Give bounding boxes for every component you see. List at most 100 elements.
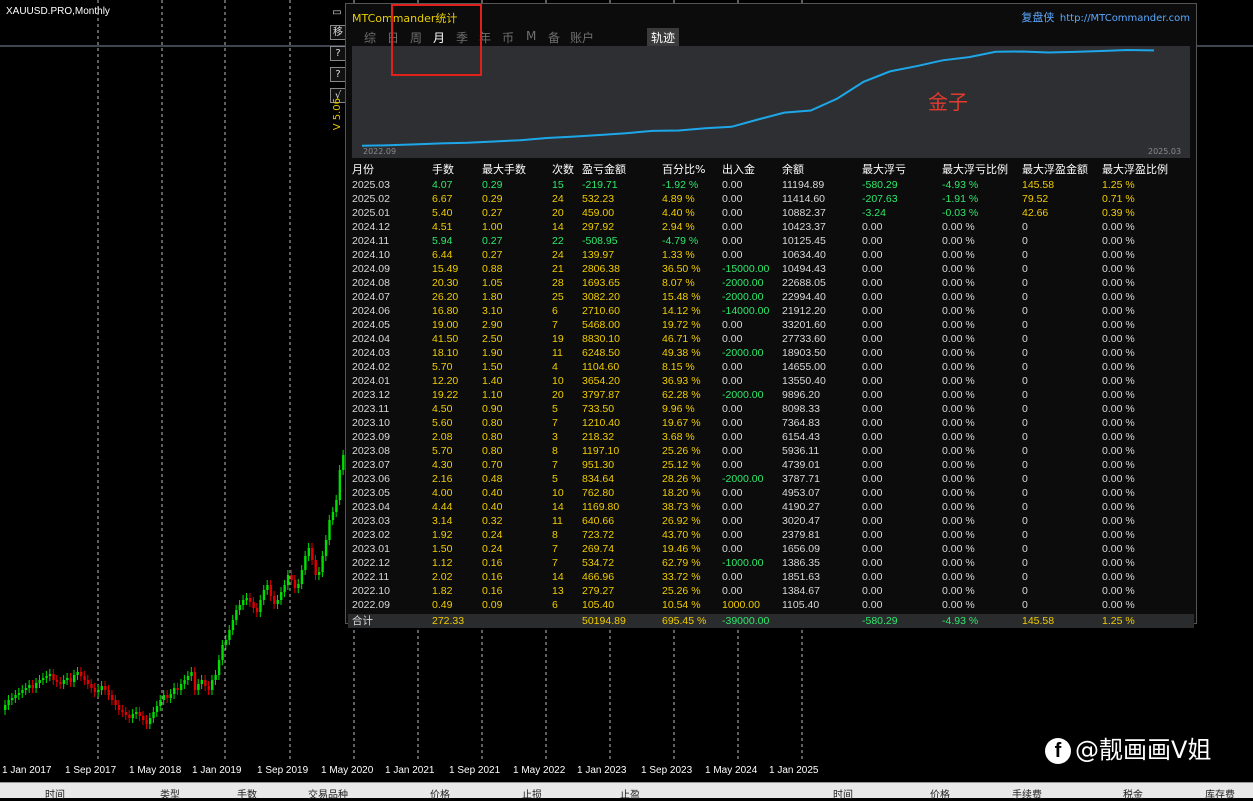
cell: 22994.40 — [782, 291, 826, 303]
column-header[interactable]: 手数 — [237, 786, 257, 801]
move-button[interactable]: 移 — [330, 25, 346, 40]
cell: 7 — [552, 417, 558, 429]
candle-body — [104, 686, 107, 690]
cell: 695.45 % — [662, 615, 707, 627]
table-row: 2024.08 20.30 1.05 28 1693.65 8.07 % -2000.00 2… — [348, 276, 1194, 290]
cell: 2023.02 — [352, 529, 390, 541]
cell: 0.00 % — [1102, 277, 1135, 289]
cell: 0.27 — [482, 207, 503, 219]
candle-body — [97, 690, 100, 692]
cell: 0.00 — [722, 431, 743, 443]
candle-body — [117, 705, 121, 710]
cell: 4.40 % — [662, 207, 695, 219]
cell: 10634.40 — [782, 249, 826, 261]
cell: 2.16 — [432, 473, 453, 485]
column-header[interactable]: 止盈 — [620, 786, 640, 801]
track-button[interactable]: 轨迹 — [647, 28, 680, 47]
candle-body — [297, 584, 300, 588]
cell: 0.16 — [482, 557, 503, 569]
cell: 0.00 — [862, 403, 883, 415]
cell: 0.00 — [862, 291, 883, 303]
cell: 0.00 — [722, 501, 743, 513]
cell: 145.58 — [1022, 179, 1055, 191]
watermark: f @靓画画V姐 — [1045, 730, 1211, 765]
cell: 0.00 % — [1102, 361, 1135, 373]
help-button[interactable]: ? — [330, 46, 346, 61]
cell: -508.95 — [582, 235, 618, 247]
cell: 0 — [1022, 361, 1028, 373]
candle-body — [55, 680, 59, 682]
tab-9[interactable]: 账户 — [570, 29, 594, 46]
table-row: 2023.11 4.50 0.90 5 733.50 9.96 % 0.00 8098.33 0… — [348, 402, 1194, 416]
cell: 2025.02 — [352, 193, 390, 205]
column-header[interactable]: 时间 — [833, 786, 853, 801]
column-header[interactable]: 止损 — [522, 786, 542, 801]
column-header[interactable]: 类型 — [160, 786, 180, 801]
cell: 最大浮亏 — [862, 163, 906, 176]
column-header[interactable]: 价格 — [430, 786, 450, 801]
column-header[interactable]: 税金 — [1123, 786, 1143, 801]
info-button[interactable]: ? — [330, 67, 346, 82]
column-header[interactable]: 交易品种 — [308, 786, 348, 801]
table-row: 2024.03 18.10 1.90 11 6248.50 49.38 % -2000.00… — [348, 346, 1194, 360]
table-row: 2024.09 15.49 0.88 21 2806.38 36.50 % -15000.0… — [348, 262, 1194, 276]
column-header[interactable]: 库存费 — [1205, 786, 1235, 801]
cell: -219.71 — [582, 179, 618, 191]
column-header[interactable]: 价格 — [930, 786, 950, 801]
tab-6[interactable]: 币 — [502, 29, 514, 46]
candle-body — [300, 570, 304, 584]
cell: 1.82 — [432, 585, 453, 597]
cell: 0.00 — [862, 375, 883, 387]
column-header[interactable]: 手续费 — [1012, 786, 1042, 801]
tab-8[interactable]: 备 — [548, 29, 560, 46]
candle-body — [169, 694, 172, 698]
cell: 297.92 — [582, 221, 615, 233]
cell: 7 — [552, 319, 558, 331]
cell: 8 — [552, 445, 558, 457]
cell: 0.00 % — [1102, 599, 1135, 611]
cell: 2023.05 — [352, 487, 390, 499]
cell: 2023.07 — [352, 459, 390, 471]
candle-body — [317, 572, 321, 575]
brand-link[interactable]: 复盘侠 http://MTCommander.com — [1021, 9, 1190, 25]
cell: 0.32 — [482, 515, 503, 527]
cell: 0 — [1022, 557, 1028, 569]
candle-body — [221, 645, 224, 660]
cell: 7 — [552, 459, 558, 471]
cell: 3.14 — [432, 515, 453, 527]
cell: 733.50 — [582, 403, 615, 415]
cell: 8830.10 — [582, 333, 620, 345]
tab-7[interactable]: M — [526, 29, 536, 43]
cell: 6.67 — [432, 193, 453, 205]
tab-0[interactable]: 综 — [364, 29, 376, 46]
cell: 12.20 — [432, 375, 459, 387]
cell: 0.00 % — [942, 375, 975, 387]
cell: 0.00 — [722, 585, 743, 597]
candle-body — [217, 660, 221, 675]
table-row: 2024.05 19.00 2.90 7 5468.00 19.72 % 0.00 33201… — [348, 318, 1194, 332]
cell: 18.10 — [432, 347, 459, 359]
cell: 0.00 % — [1102, 557, 1135, 569]
cell: 0.00 % — [942, 277, 975, 289]
cell: -2000.00 — [722, 291, 764, 303]
cell: 0 — [1022, 501, 1028, 513]
cell: 0 — [1022, 235, 1028, 247]
cell: -2000.00 — [722, 277, 764, 289]
cell: 1.92 — [432, 529, 453, 541]
candle-body — [73, 675, 76, 682]
cell: 0.00 % — [1102, 333, 1135, 345]
version-label: V 5.06 — [332, 98, 343, 131]
cell: 4.07 — [432, 179, 453, 191]
collapse-icon[interactable]: ▭ — [330, 6, 344, 19]
brand-url[interactable]: http://MTCommander.com — [1060, 13, 1190, 24]
cell: 0 — [1022, 263, 1028, 275]
cell: 50194.89 — [582, 615, 626, 627]
cell: -207.63 — [862, 193, 898, 205]
candle-body — [128, 715, 131, 718]
cell: 0.00 % — [942, 249, 975, 261]
candle-body — [142, 716, 145, 720]
cell: 0.00 — [862, 319, 883, 331]
candle-body — [28, 685, 31, 688]
cell: 9.96 % — [662, 403, 695, 415]
column-header[interactable]: 时间 — [45, 786, 65, 801]
